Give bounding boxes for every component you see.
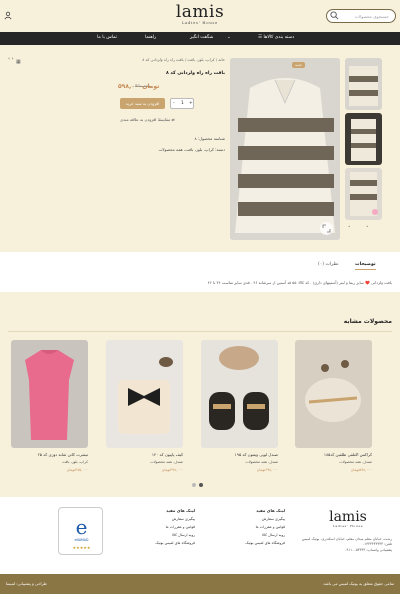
product-card-name[interactable]: تیشرت کاتن شانه دوزی کد ۲۵ <box>11 452 88 457</box>
breadcrumb[interactable]: خانه / کراپ، بلوز، بافت / بافت راه راه و… <box>60 57 225 62</box>
wishlist-button[interactable]: ♡ افزودن به علاقه مندی <box>120 117 161 122</box>
thumbnail-1[interactable] <box>345 58 382 110</box>
description-text: بافت ولزدانی ❤️ سایز ریما و لیتر (آستینه… <box>207 280 392 285</box>
search-icon[interactable] <box>330 11 339 20</box>
footer-links-2: لینک های مفید پیگیری سفارش قوانین و مقرر… <box>135 507 195 547</box>
footer-links-title: لینک های مفید <box>256 508 285 513</box>
product-card-price: ۵۹۸,۰۰۰تومان <box>350 468 372 472</box>
svg-text:★★★★★: ★★★★★ <box>73 545 91 550</box>
add-to-cart-button[interactable]: افزودن به سبد خرید <box>120 98 165 109</box>
product-title: بافت راه راه ولزدانی کد ۸ <box>165 71 225 76</box>
current-price: ۵۹۸,۰۰۰تومان <box>118 83 160 90</box>
footer-logo[interactable]: lamis Ladies' House <box>318 510 378 528</box>
product-category[interactable]: دسته: کراپ، بلوز، بافت، همه محصولات <box>120 147 225 152</box>
product-card-image[interactable] <box>11 340 88 448</box>
footer-logo-word: lamis <box>329 509 367 525</box>
product-card-category: صندل، همه محصولات <box>150 460 183 464</box>
bottom-bar: تمامی حقوق متعلق به بوتیک لمیس می باشد. … <box>0 574 400 594</box>
site-logo[interactable]: lamis Ladies' House <box>165 3 235 31</box>
main-nav: ☰ دسته بندی کالاها ⌄ شگفت انگیز راهنما ت… <box>0 32 400 45</box>
product-card-image[interactable] <box>106 340 183 448</box>
carousel-dot[interactable] <box>192 483 196 487</box>
footer-link[interactable]: قوانین و مقررات ما <box>135 523 195 531</box>
related-title: محصولات مشابه <box>343 318 392 325</box>
product-card-category: کراپ، بلوز، بافت <box>62 460 88 464</box>
product-sku: شناسه محصول: ۸ <box>194 136 226 141</box>
footer-logo-tagline: Ladies' House <box>332 524 364 528</box>
product-card[interactable]: کراکس اکتلفی ظلفین کد۱۸۵ صندل، همه محصول… <box>295 340 372 480</box>
footer-link[interactable]: پیگیری سفارش <box>135 515 195 523</box>
nav-guide[interactable]: راهنما <box>145 35 156 40</box>
copyright-text: تمامی حقوق متعلق به بوتیک لمیس می باشد. <box>322 581 394 586</box>
logo-word: lamis <box>175 2 225 22</box>
nav-contact[interactable]: تماس با ما <box>97 35 117 40</box>
product-card-image[interactable] <box>201 340 278 448</box>
thumbnail-2[interactable] <box>345 113 382 165</box>
user-icon[interactable] <box>4 11 12 20</box>
grid-icon[interactable]: ▦ <box>16 59 21 65</box>
enamad-badge[interactable]: e ★★★★★ eNAMAD <box>58 507 103 555</box>
nav-categories-label: دسته بندی کالاها <box>263 35 295 40</box>
quantity-value[interactable]: 1 <box>181 101 184 106</box>
product-card-category: صندل، همه محصولات <box>245 460 278 464</box>
footer-mobile: پشتیبانی واتساپ: ۰۹۱۱۰۰۵۳۳۴۳ <box>344 547 392 552</box>
footer-link[interactable]: رویه ارسال کالا <box>225 531 285 539</box>
product-card-image[interactable] <box>295 340 372 448</box>
chevron-up-icon[interactable]: ˄ <box>348 226 358 232</box>
nav-shop[interactable]: شگفت انگیز <box>190 35 213 40</box>
product-card[interactable]: کیف پاپیون کد ۱۴۰ صندل، همه محصولات ۳۹۸,… <box>106 340 183 480</box>
plus-icon[interactable]: + <box>189 101 193 106</box>
search-placeholder: جستجوی محصولات <box>354 14 389 19</box>
product-card-price: ۶۹۸,۰۰۰تومان <box>256 468 278 472</box>
product-card-price: ۳۸۵,۰۰۰تومان <box>66 468 88 472</box>
tab-reviews[interactable]: نظرات (۰) <box>318 262 339 267</box>
carousel-dot-active[interactable] <box>199 483 203 487</box>
new-badge: جدید <box>292 62 305 68</box>
product-card-name[interactable]: کیف پاپیون کد ۱۴۰ <box>106 452 183 457</box>
product-card-price: ۳۹۸,۰۰۰تومان <box>161 468 183 472</box>
chevron-down-icon[interactable]: ˅ <box>366 226 376 232</box>
product-card-name[interactable]: کراکس اکتلفی ظلفین کد۱۸۵ <box>295 452 372 457</box>
chevron-down-icon[interactable]: ⌄ <box>227 35 231 40</box>
product-nav-arrows[interactable]: ‹ › <box>8 56 14 62</box>
tab-description[interactable]: توضیحات <box>355 262 376 270</box>
quantity-stepper[interactable]: - 1 + <box>170 98 194 109</box>
footer-link[interactable]: فروشگاه های لمیس بوتیک <box>135 539 195 547</box>
wishlist-label: افزودن به علاقه مندی <box>120 117 157 122</box>
footer-links-1: لینک های مفید پیگیری سفارش قوانین و مقرر… <box>225 507 285 547</box>
svg-text:e: e <box>76 515 88 539</box>
product-card[interactable]: تیشرت کاتن شانه دوزی کد ۲۵ کراپ، بلوز، ب… <box>11 340 88 480</box>
footer-link[interactable]: پیگیری سفارش <box>225 515 285 523</box>
designer-text: طراحی و پشتیبانی: لمیسا <box>6 581 47 586</box>
divider <box>8 331 392 332</box>
minus-icon[interactable]: - <box>173 101 175 106</box>
thumbnail-3[interactable] <box>345 168 382 220</box>
product-card[interactable]: صندل لوپی ویتتون کد ۱۹۵ صندل، همه محصولا… <box>201 340 278 480</box>
product-card-category: صندل، همه محصولات <box>339 460 372 464</box>
product-tabs <box>0 252 400 292</box>
footer-about: رشت، خیابان معلم میدان معلم، خیابان اسکن… <box>300 537 392 553</box>
footer-link[interactable]: قوانین و مقررات ما <box>225 523 285 531</box>
footer-link[interactable]: فروشگاه های لمیس بوتیک <box>225 539 285 547</box>
expand-icon[interactable] <box>320 222 333 235</box>
footer-link[interactable]: رویه ارسال کالا <box>135 531 195 539</box>
enamad-label: eNAMAD <box>74 538 89 542</box>
product-main-image[interactable] <box>230 58 340 240</box>
nav-categories[interactable]: ☰ دسته بندی کالاها <box>258 35 294 40</box>
product-card-name[interactable]: صندل لوپی ویتتون کد ۱۹۵ <box>201 452 278 457</box>
footer-links-title: لینک های مفید <box>166 508 195 513</box>
